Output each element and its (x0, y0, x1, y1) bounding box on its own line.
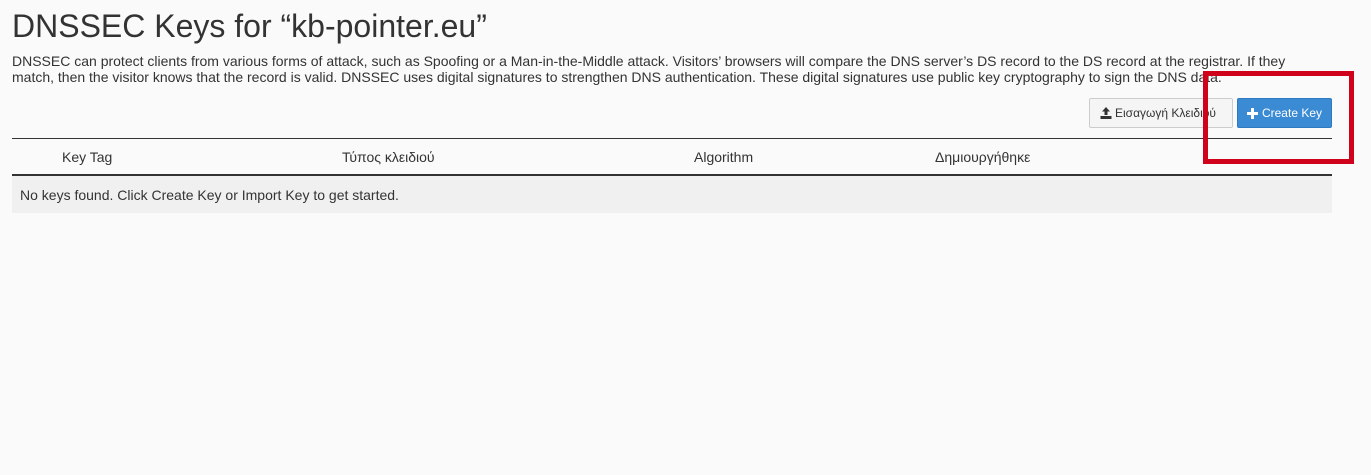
table-header: Key Tag Τύπος κλειδιού Algorithm Δημιουρ… (12, 138, 1332, 176)
import-key-label: Εισαγωγή Κλειδιού (1115, 106, 1216, 120)
column-header-created[interactable]: Δημιουργήθηκε (935, 149, 1030, 165)
plus-icon (1247, 107, 1259, 119)
page-description: DNSSEC can protect clients from various … (12, 53, 1286, 85)
page-title: DNSSEC Keys for “kb-pointer.eu” (12, 8, 487, 44)
keys-table: Key Tag Τύπος κλειδιού Algorithm Δημιουρ… (12, 138, 1332, 213)
empty-state-message: No keys found. Click Create Key or Impor… (20, 186, 399, 203)
dnssec-page: DNSSEC Keys for “kb-pointer.eu” DNSSEC c… (0, 0, 1371, 475)
empty-state-row: No keys found. Click Create Key or Impor… (12, 176, 1332, 213)
column-header-key-type[interactable]: Τύπος κλειδιού (342, 149, 435, 165)
column-header-key-tag[interactable]: Key Tag (62, 149, 112, 165)
toolbar: Εισαγωγή Κλειδιού Create Key (1089, 98, 1332, 128)
upload-icon (1100, 107, 1112, 119)
create-key-button[interactable]: Create Key (1237, 98, 1332, 128)
create-key-label: Create Key (1261, 106, 1322, 120)
import-key-button[interactable]: Εισαγωγή Κλειδιού (1089, 98, 1233, 128)
column-header-algorithm[interactable]: Algorithm (694, 149, 753, 165)
